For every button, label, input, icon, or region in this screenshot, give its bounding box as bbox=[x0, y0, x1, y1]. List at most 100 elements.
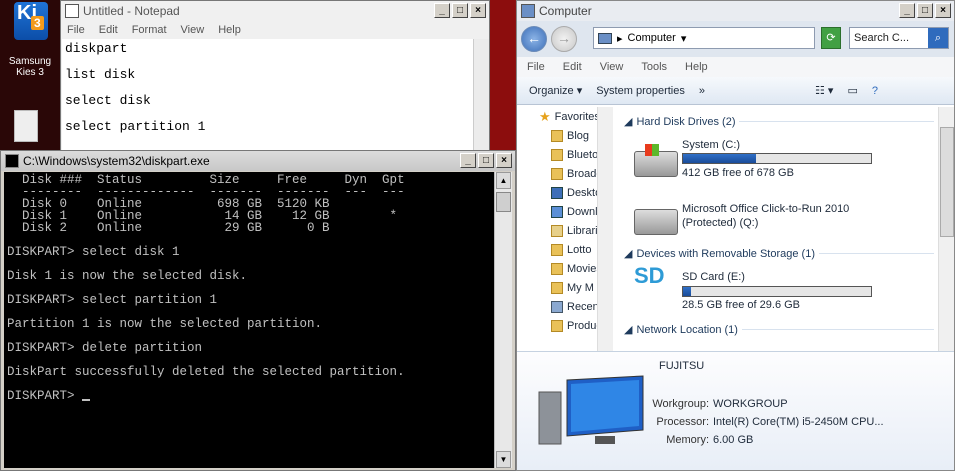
console-line: DISKPART> select disk 1 bbox=[7, 245, 180, 259]
hard-drive-icon[interactable] bbox=[634, 144, 678, 177]
group-divider bbox=[819, 253, 934, 254]
windows-logo-icon bbox=[645, 144, 659, 156]
scroll-thumb[interactable] bbox=[940, 127, 954, 237]
close-icon[interactable]: × bbox=[470, 3, 486, 18]
folder-icon bbox=[551, 281, 563, 294]
drive-q-name-2: (Protected) (Q:) bbox=[682, 217, 759, 229]
notepad-line: select disk bbox=[65, 93, 151, 108]
explorer-menubar: File Edit View Tools Help bbox=[517, 57, 954, 77]
address-bar[interactable]: ▸ Computer ▾ bbox=[593, 27, 815, 49]
computer-icon bbox=[521, 4, 535, 18]
group-header-network[interactable]: ◢ Network Location (1) bbox=[624, 323, 934, 336]
menu-file[interactable]: File bbox=[527, 61, 545, 73]
explorer-window: Computer _ □ × ← → ▸ Computer ▾ ⟳ Search… bbox=[516, 0, 955, 471]
maximize-icon[interactable]: □ bbox=[478, 153, 494, 168]
notepad-text-area[interactable]: diskpart list disk select disk select pa… bbox=[62, 39, 473, 153]
nav-label: Favorites bbox=[554, 110, 600, 123]
folder-icon bbox=[551, 243, 563, 256]
group-label: Hard Disk Drives (2) bbox=[636, 115, 736, 128]
menu-help[interactable]: Help bbox=[218, 24, 241, 36]
refresh-icon[interactable]: ⟳ bbox=[821, 27, 841, 49]
minimize-icon[interactable]: _ bbox=[460, 153, 476, 168]
maximize-icon[interactable]: □ bbox=[917, 3, 933, 18]
menu-help[interactable]: Help bbox=[685, 61, 708, 73]
nav-scrollbar[interactable] bbox=[597, 107, 613, 351]
diskpart-window: C:\Windows\system32\diskpart.exe _ □ × D… bbox=[0, 150, 516, 471]
console-line: DISKPART> select partition 1 bbox=[7, 293, 218, 307]
group-header-removable[interactable]: ◢ Devices with Removable Storage (1) bbox=[624, 247, 934, 260]
explorer-titlebar[interactable]: Computer bbox=[517, 1, 954, 21]
view-options-icon[interactable]: ☷ ▾ bbox=[815, 84, 833, 97]
menu-tools[interactable]: Tools bbox=[641, 61, 667, 73]
processor-value: Intel(R) Core(TM) i5-2450M CPU... bbox=[713, 416, 884, 428]
scroll-thumb[interactable] bbox=[496, 192, 511, 212]
more-commands-button[interactable]: » bbox=[699, 85, 705, 97]
console-scrollbar[interactable]: ▲ ▼ bbox=[494, 172, 512, 468]
menu-file[interactable]: File bbox=[67, 24, 85, 36]
help-icon[interactable]: ? bbox=[872, 85, 878, 97]
maximize-icon[interactable]: □ bbox=[452, 3, 468, 18]
menu-format[interactable]: Format bbox=[132, 24, 167, 36]
nav-label: My M bbox=[567, 281, 594, 294]
console-output[interactable]: Disk ### Status Size Free Dyn Gpt ------… bbox=[4, 172, 494, 468]
close-icon[interactable]: × bbox=[935, 3, 951, 18]
back-arrow-icon[interactable]: ← bbox=[521, 26, 547, 52]
menu-view[interactable]: View bbox=[600, 61, 624, 73]
star-icon: ★ bbox=[539, 108, 551, 124]
drive-q-name[interactable]: Microsoft Office Click-to-Run 2010 bbox=[682, 203, 849, 215]
console-line: DiskPart successfully deleted the select… bbox=[7, 365, 405, 379]
samsung-kies-icon[interactable]: Ki 3 bbox=[14, 2, 48, 40]
menu-view[interactable]: View bbox=[181, 24, 205, 36]
close-icon[interactable]: × bbox=[496, 153, 512, 168]
search-placeholder: Search C... bbox=[854, 32, 910, 44]
command-bar: Organize ▾ System properties » ☷ ▾ ▭ ? bbox=[517, 77, 954, 105]
notepad-window-controls: _ □ × bbox=[434, 3, 486, 18]
system-properties-button[interactable]: System properties bbox=[596, 85, 685, 97]
chevron-right-icon[interactable]: ▸ bbox=[617, 32, 623, 45]
detail-memory: Memory: 6.00 GB bbox=[623, 434, 753, 446]
notepad-scrollbar[interactable] bbox=[473, 39, 489, 153]
search-input[interactable]: Search C... ⌕ bbox=[849, 27, 949, 49]
document-icon[interactable] bbox=[14, 110, 38, 142]
menu-edit[interactable]: Edit bbox=[563, 61, 582, 73]
preview-pane-icon[interactable]: ▭ bbox=[847, 84, 857, 97]
nav-label: Blog bbox=[567, 129, 590, 142]
folder-icon bbox=[551, 129, 563, 142]
group-header-hdd[interactable]: ◢ Hard Disk Drives (2) bbox=[624, 115, 934, 128]
content-scrollbar[interactable] bbox=[938, 107, 954, 351]
drive-c-usage-bar bbox=[682, 153, 872, 164]
notepad-line: select partition 1 bbox=[65, 119, 206, 134]
drive-c-name[interactable]: System (C:) bbox=[682, 139, 740, 151]
sd-card-icon[interactable]: SD bbox=[634, 263, 674, 303]
notepad-menubar: File Edit Format View Help bbox=[61, 21, 489, 39]
group-divider bbox=[741, 329, 934, 330]
console-icon bbox=[5, 154, 19, 168]
minimize-icon[interactable]: _ bbox=[899, 3, 915, 18]
notepad-titlebar[interactable]: Untitled - Notepad bbox=[61, 1, 489, 21]
drive-c-free: 412 GB free of 678 GB bbox=[682, 167, 794, 179]
menu-edit[interactable]: Edit bbox=[99, 24, 118, 36]
notepad-line: list disk bbox=[65, 67, 136, 82]
minimize-icon[interactable]: _ bbox=[434, 3, 450, 18]
chevron-down-icon[interactable]: ▾ bbox=[681, 32, 687, 45]
organize-label: Organize bbox=[529, 85, 574, 97]
organize-button[interactable]: Organize ▾ bbox=[529, 84, 582, 97]
forward-arrow-icon[interactable]: → bbox=[551, 26, 577, 52]
group-divider bbox=[739, 121, 934, 122]
collapse-icon[interactable]: ◢ bbox=[624, 323, 632, 336]
drive-e-name[interactable]: SD Card (E:) bbox=[682, 271, 745, 283]
collapse-icon[interactable]: ◢ bbox=[624, 115, 632, 128]
diskpart-titlebar[interactable]: C:\Windows\system32\diskpart.exe bbox=[1, 151, 515, 171]
hard-drive-icon[interactable] bbox=[634, 209, 678, 235]
detail-processor: Processor: Intel(R) Core(TM) i5-2450M CP… bbox=[623, 416, 884, 428]
scroll-down-icon[interactable]: ▼ bbox=[496, 451, 511, 468]
computer-maker: FUJITSU bbox=[659, 360, 705, 372]
console-line: DISKPART> delete partition bbox=[7, 341, 203, 355]
console-line: DISKPART> bbox=[7, 390, 491, 402]
collapse-icon[interactable]: ◢ bbox=[624, 247, 632, 260]
scroll-up-icon[interactable]: ▲ bbox=[496, 172, 511, 189]
memory-label: Memory: bbox=[666, 434, 709, 446]
search-icon[interactable]: ⌕ bbox=[928, 28, 948, 48]
group-label: Network Location (1) bbox=[636, 323, 738, 336]
folder-icon bbox=[551, 262, 563, 275]
